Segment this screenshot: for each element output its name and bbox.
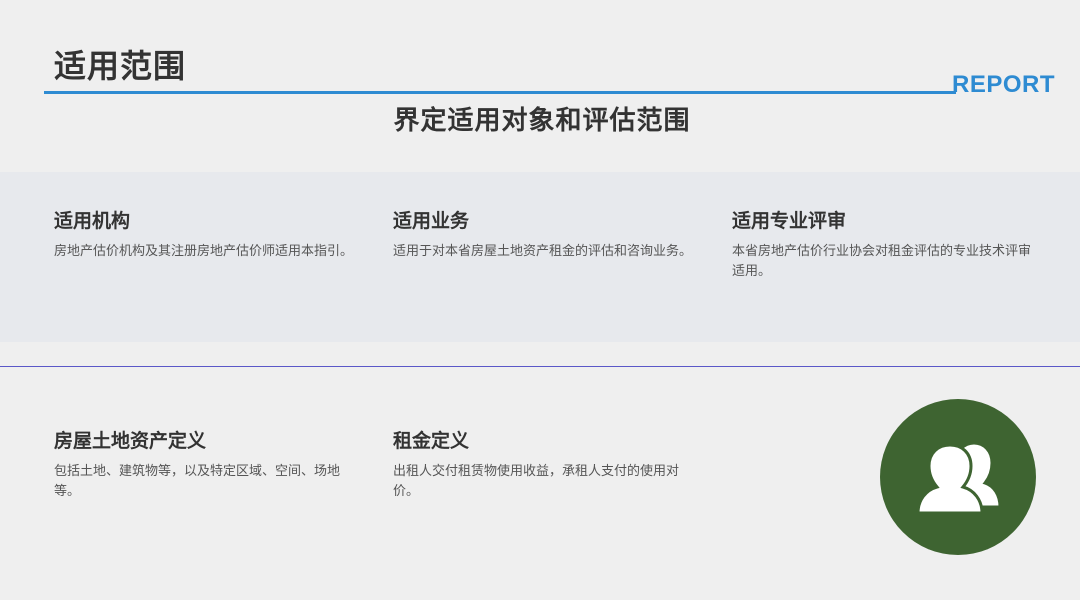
title-underline: [44, 91, 956, 94]
card-description: 房地产估价机构及其注册房地产估价师适用本指引。: [54, 244, 354, 259]
card-heading: 适用机构: [54, 210, 131, 232]
card-rent-definition: 租金定义 出租人交付租赁物使用收益，承租人支付的使用对价。: [393, 427, 693, 502]
section-subtitle: 界定适用对象和评估范围: [393, 106, 691, 136]
card-heading: 适用专业评审: [732, 210, 847, 232]
brand-label: REPORT: [952, 71, 1056, 98]
card-description: 本省房地产估价行业协会对租金评估的专业技术评审适用。: [732, 244, 1032, 279]
users-badge: [880, 399, 1036, 555]
card-description: 包括土地、建筑物等，以及特定区域、空间、场地等。: [54, 464, 341, 499]
section-divider: [0, 366, 1080, 367]
card-applicable-institutions: 适用机构 房地产估价机构及其注册房地产估价师适用本指引。: [54, 207, 354, 262]
card-heading: 租金定义: [393, 430, 470, 452]
card-description: 出租人交付租赁物使用收益，承租人支付的使用对价。: [393, 464, 680, 499]
users-icon: [916, 441, 1002, 515]
page-title: 适用范围: [54, 47, 187, 85]
card-description: 适用于对本省房屋土地资产租金的评估和咨询业务。: [393, 244, 693, 259]
card-heading: 适用业务: [393, 210, 470, 232]
card-heading: 房屋土地资产定义: [54, 430, 207, 452]
card-applicable-business: 适用业务 适用于对本省房屋土地资产租金的评估和咨询业务。: [393, 207, 693, 262]
card-applicable-review: 适用专业评审 本省房地产估价行业协会对租金评估的专业技术评审适用。: [732, 207, 1032, 282]
card-property-definition: 房屋土地资产定义 包括土地、建筑物等，以及特定区域、空间、场地等。: [54, 427, 354, 502]
